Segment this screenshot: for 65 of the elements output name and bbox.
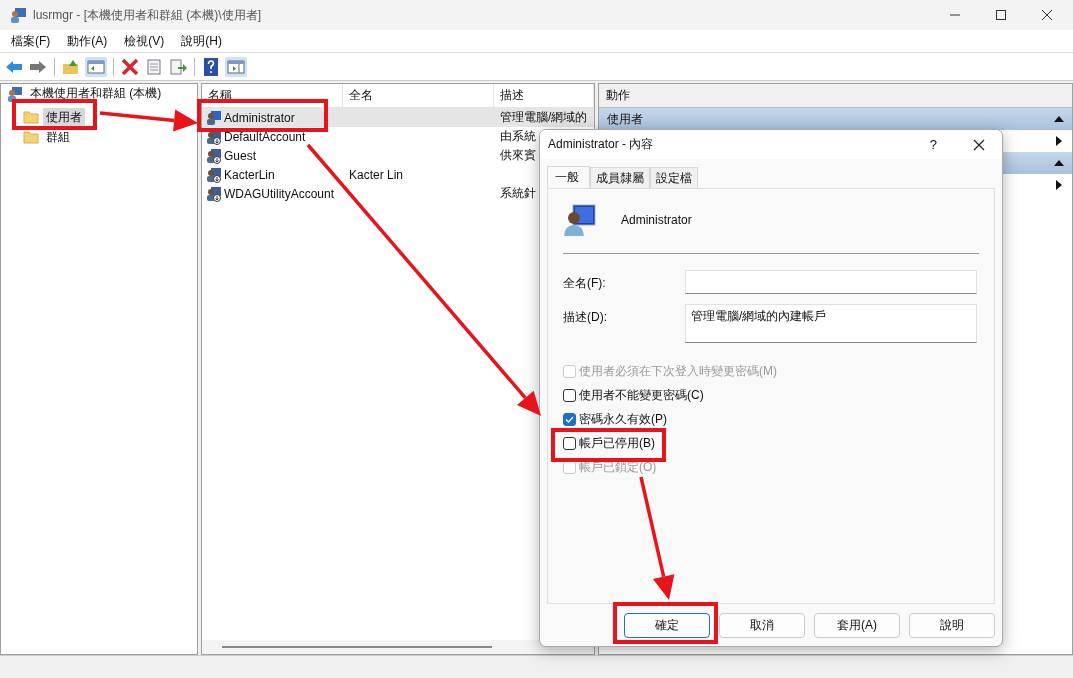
table-cell: DefaultAccount: [224, 129, 306, 144]
field-label: 全名(F):: [563, 275, 607, 292]
checkbox-label: 帳戶已停用(B): [579, 434, 655, 452]
table-cell: Administrator: [224, 110, 295, 125]
menu-item[interactable]: 檔案(F): [11, 32, 51, 50]
menu-item[interactable]: 檢視(V): [124, 32, 165, 50]
collapse-icon[interactable]: [1054, 159, 1064, 167]
table-cell: KacterLin: [224, 167, 275, 182]
checkbox-label: 帳戶已鎖定(O): [579, 458, 657, 476]
checkbox-label: 使用者必須在下次登入時變更密碼(M): [579, 362, 777, 380]
close-icon[interactable]: [973, 138, 985, 151]
user-icon: [206, 147, 222, 164]
dialog-button[interactable]: 說明: [909, 612, 995, 638]
table-cell: 系統針: [500, 186, 536, 200]
user-icon: [206, 166, 222, 183]
checkbox-label: 密碼永久有效(P): [579, 410, 667, 428]
export-icon[interactable]: [168, 57, 188, 76]
submenu-arrow-icon[interactable]: [1056, 180, 1062, 190]
table-cell: WDAGUtilityAccount: [224, 186, 335, 201]
scrollbar-thumb[interactable]: [222, 646, 492, 648]
user-icon: [206, 185, 222, 202]
section-header[interactable]: 使用者: [599, 108, 1072, 130]
tree-item[interactable]: 使用者: [43, 107, 85, 127]
actions-heading: 動作: [606, 87, 630, 104]
help-icon[interactable]: [201, 56, 221, 77]
checkbox-label: 使用者不能變更密碼(C): [579, 386, 704, 404]
tree-item[interactable]: 群組: [43, 127, 73, 147]
maximize-icon[interactable]: [995, 9, 1007, 21]
collapse-icon[interactable]: [1054, 115, 1064, 123]
menu-item[interactable]: 說明(H): [181, 32, 222, 50]
column-header[interactable]: 描述: [494, 84, 594, 107]
dialog-button[interactable]: 套用(A): [814, 612, 900, 638]
checkbox[interactable]: [563, 412, 576, 426]
table-cell: 由系統: [500, 129, 536, 143]
dialog-button[interactable]: 取消: [719, 612, 805, 638]
tab[interactable]: 一般: [547, 166, 590, 188]
menu-item[interactable]: 動作(A): [67, 32, 108, 50]
close-icon[interactable]: [1041, 9, 1053, 21]
table-cell: 管理電腦/網域的: [500, 110, 588, 124]
table-cell: Kacter Lin: [349, 167, 404, 182]
tab[interactable]: 設定檔: [650, 167, 698, 188]
dialog-button[interactable]: 確定: [624, 612, 710, 638]
users-computer-icon: [7, 85, 23, 102]
folder-icon: [23, 130, 39, 144]
dialog-title: Administrator - 內容: [548, 136, 654, 153]
input-field[interactable]: 管理電腦/網域的內建帳戶: [685, 304, 977, 343]
window-title: lusrmgr - [本機使用者和群組 (本機)\使用者]: [33, 6, 261, 24]
input-field[interactable]: [685, 270, 977, 294]
table-cell: Guest: [224, 148, 256, 163]
tab[interactable]: 成員隸屬: [590, 167, 650, 188]
delete-icon[interactable]: [120, 57, 140, 76]
user-icon: [206, 109, 222, 126]
user-computer-icon: [563, 203, 597, 237]
tree-item[interactable]: 本機使用者和群組 (本機): [27, 84, 165, 103]
column-header[interactable]: 全名: [343, 84, 494, 107]
table-cell: 供來賓: [500, 148, 536, 162]
help-button[interactable]: ?: [929, 137, 937, 152]
user-name: Administrator: [621, 213, 692, 227]
field-label: 描述(D):: [563, 309, 608, 326]
checkbox[interactable]: [563, 388, 576, 402]
checkbox[interactable]: [563, 436, 576, 450]
tree-pane-icon[interactable]: [85, 56, 107, 77]
folder-icon: [23, 110, 39, 124]
submenu-arrow-icon[interactable]: [1056, 136, 1062, 146]
app-icon: [9, 6, 27, 24]
